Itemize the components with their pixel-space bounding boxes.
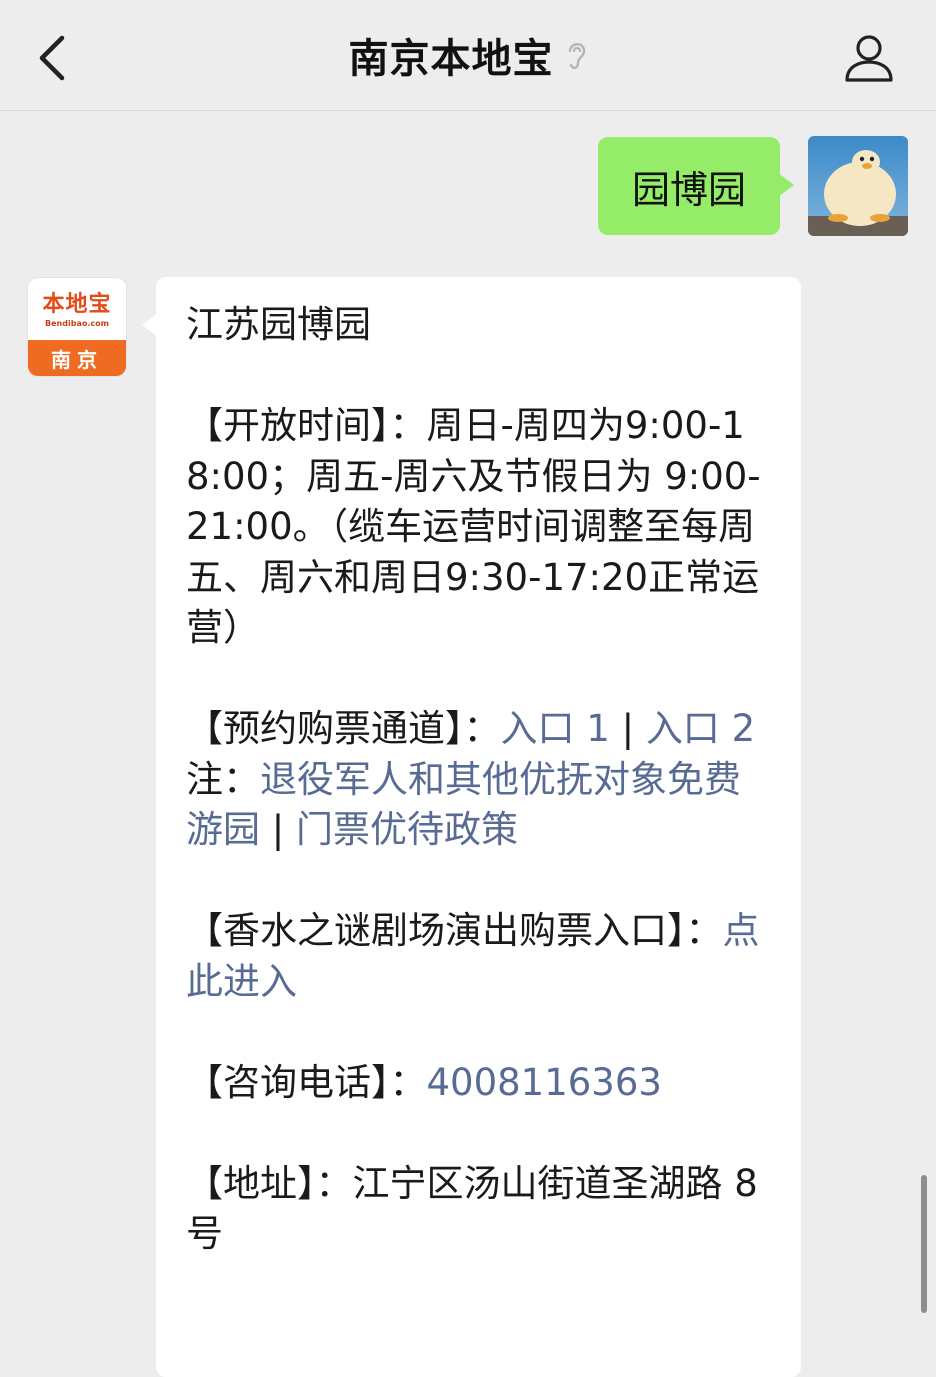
show-label: 【香水之谜剧场演出购票入口】： <box>186 909 723 952</box>
address-paragraph: 【地址】：江宁区汤山街道圣湖路 8 号 <box>186 1159 776 1260</box>
booking-label: 【预约购票通道】： <box>186 707 501 750</box>
hours-paragraph: 【开放时间】：周日-周四为9:00-18:00；周五-周六及节假日为 9:00-… <box>186 401 776 654</box>
booking-paragraph: 【预约购票通道】：入口 1 | 入口 2 <box>186 704 776 755</box>
logo-main-text: 本地宝 <box>42 291 112 317</box>
phone-paragraph: 【咨询电话】：4008116363 <box>186 1058 776 1109</box>
avatar-image <box>808 136 908 236</box>
note-separator: | <box>260 808 296 851</box>
phone-link[interactable]: 4008116363 <box>427 1061 662 1104</box>
ear-icon <box>568 43 585 69</box>
scrollbar[interactable] <box>921 1175 927 1313</box>
message-title: 江苏园博园 <box>186 303 371 346</box>
address-label: 【地址】： <box>186 1161 353 1205</box>
title-area: 南京本地宝 <box>0 0 936 110</box>
chat-title: 南京本地宝 <box>348 36 554 82</box>
user-message-bubble[interactable]: 园博园 <box>598 137 794 235</box>
bot-message-text: 江苏园博园 【开放时间】：周日-周四为9:00-18:00；周五-周六及节假日为… <box>186 300 776 1260</box>
booking-link-2[interactable]: 入口 2 <box>646 707 755 750</box>
booking-separator: | <box>609 707 646 750</box>
logo-city: 南京 <box>28 340 126 376</box>
bot-avatar[interactable]: 本地宝 Bendibao.com 南京 <box>28 278 126 376</box>
profile-button[interactable] <box>842 32 896 84</box>
user-message-text: 园博园 <box>631 167 746 212</box>
chat-header: 南京本地宝 <box>0 0 936 111</box>
ticket-policy-link[interactable]: 门票优待政策 <box>296 808 518 851</box>
user-avatar[interactable] <box>808 136 908 236</box>
logo-sub-text: Bendibao.com <box>45 319 109 328</box>
phone-label: 【咨询电话】： <box>186 1060 427 1104</box>
logo-top: 本地宝 Bendibao.com <box>28 278 126 340</box>
note-paragraph: 注：退役军人和其他优抚对象免费游园 | 门票优待政策 <box>186 755 776 856</box>
note-label: 注： <box>186 757 260 801</box>
hours-label: 【开放时间】： <box>186 404 427 447</box>
booking-link-1[interactable]: 入口 1 <box>501 707 610 750</box>
show-paragraph: 【香水之谜剧场演出购票入口】：点此进入 <box>186 906 776 1007</box>
person-icon <box>845 35 893 82</box>
